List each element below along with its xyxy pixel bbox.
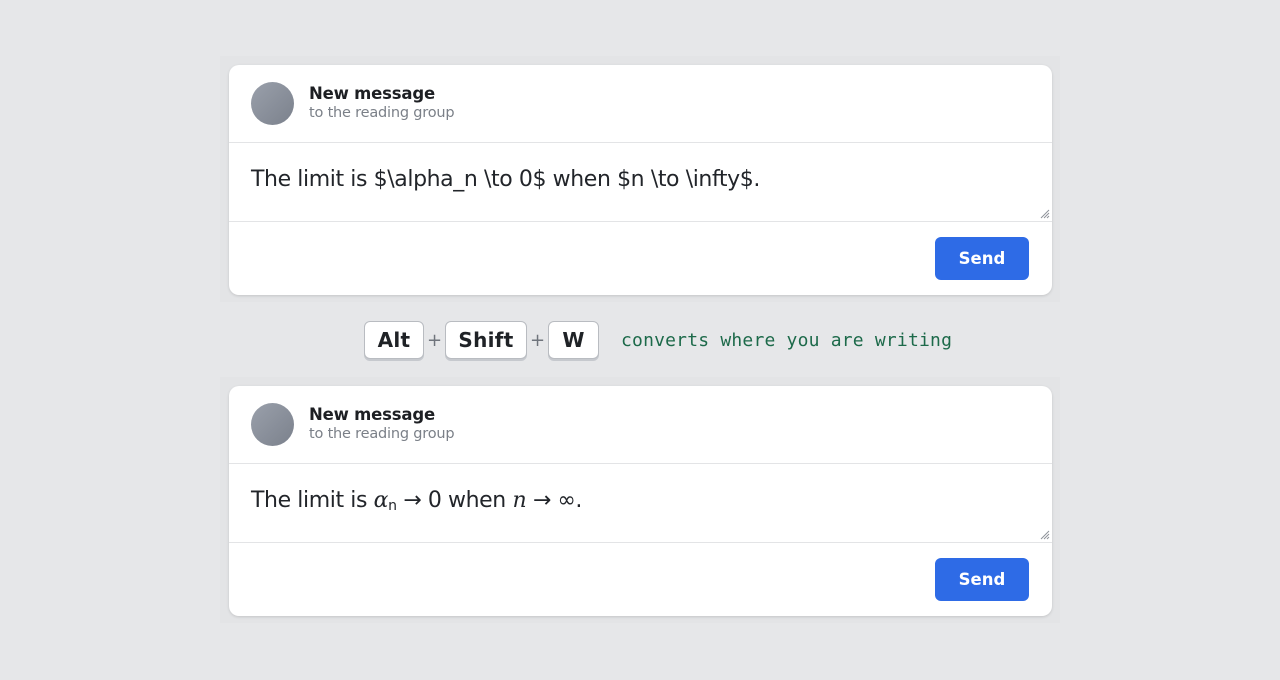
plus-separator: + [529, 329, 546, 351]
math-alpha: α [373, 488, 389, 513]
send-button[interactable]: Send [935, 237, 1029, 280]
composer-recipient: to the reading group [309, 426, 455, 442]
plus-separator: + [426, 329, 443, 351]
composer-title: New message [309, 405, 435, 424]
composer-header: New message to the reading group [229, 386, 1052, 464]
message-text-raw[interactable]: The limit is $\alpha_n \to 0$ when $n \t… [251, 167, 760, 192]
key-shift: Shift [445, 321, 527, 359]
message-textarea[interactable]: The limit is $\alpha_n \to 0$ when $n \t… [229, 143, 1052, 222]
math-n: n [512, 488, 527, 513]
resize-grip-icon[interactable] [1040, 530, 1050, 540]
composer-recipient: to the reading group [309, 105, 455, 121]
composer-footer: Send [229, 543, 1052, 616]
composer-card-after: New message to the reading group The lim… [229, 386, 1052, 616]
composer-header: New message to the reading group [229, 65, 1052, 143]
message-middle: → 0 when [396, 488, 513, 513]
composer-title: New message [309, 84, 435, 103]
message-suffix: → ∞. [526, 488, 583, 513]
message-text-rendered[interactable]: The limit is αn → 0 when n → ∞. [251, 488, 582, 514]
send-button[interactable]: Send [935, 558, 1029, 601]
keyboard-shortcut-hint: Alt + Shift + W converts where you are w… [364, 320, 952, 360]
message-textarea[interactable]: The limit is αn → 0 when n → ∞. [229, 464, 1052, 543]
key-alt: Alt [364, 321, 424, 359]
avatar [251, 82, 294, 125]
composer-footer: Send [229, 222, 1052, 295]
composer-card-before: New message to the reading group The lim… [229, 65, 1052, 295]
key-w: W [548, 321, 599, 359]
avatar [251, 403, 294, 446]
math-subscript-n: n [388, 498, 397, 514]
resize-grip-icon[interactable] [1040, 209, 1050, 219]
message-prefix: The limit is [251, 488, 374, 513]
shortcut-caption: converts where you are writing [621, 329, 953, 351]
